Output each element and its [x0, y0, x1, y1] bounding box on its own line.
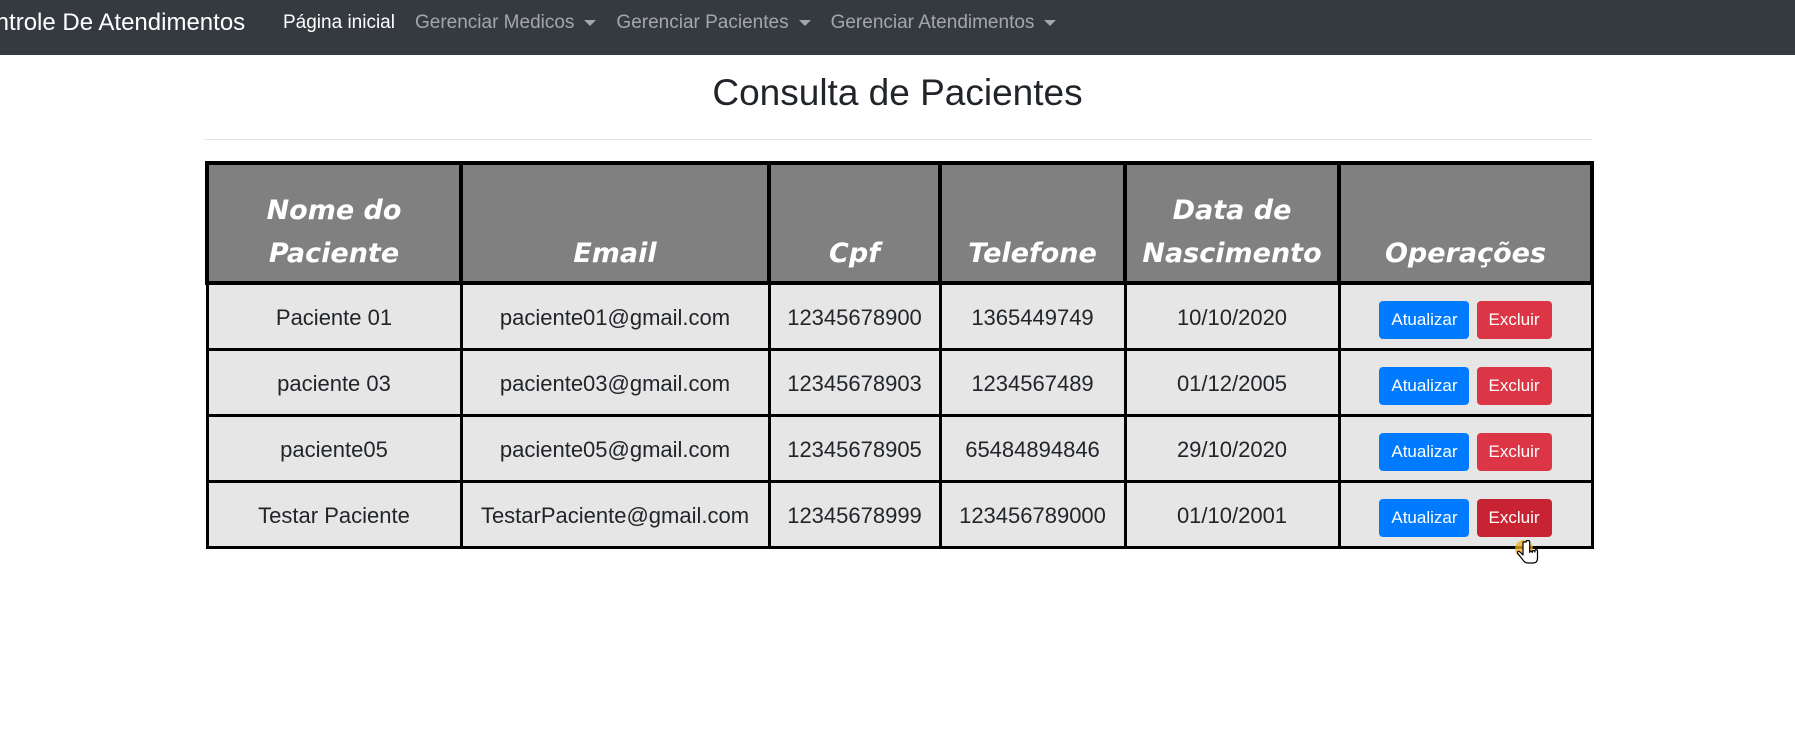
cell-phone: 1234567489: [938, 347, 1127, 417]
delete-button[interactable]: Excluir: [1476, 301, 1552, 339]
navbar-brand[interactable]: Controle De Atendimentos: [0, 0, 245, 45]
cell-cpf: 12345678999: [767, 479, 942, 549]
title-divider: [204, 139, 1592, 140]
cell-name: Testar Paciente: [205, 479, 463, 549]
caret-down-icon: [798, 19, 811, 26]
cell-cpf: 12345678903: [767, 347, 942, 417]
caret-down-icon: [584, 19, 597, 26]
table-row: Paciente 01 paciente01@gmail.com 1234567…: [205, 281, 1594, 351]
table-row: paciente05 paciente05@gmail.com 12345678…: [205, 413, 1594, 483]
column-header-phone: Telefone: [938, 161, 1127, 285]
cell-operations: Atualizar Excluir: [1337, 413, 1594, 483]
update-button[interactable]: Atualizar: [1379, 366, 1470, 405]
column-header-email: Email: [459, 161, 771, 285]
cell-birth-date: 01/12/2005: [1123, 347, 1341, 417]
nav-item-medicos: Gerenciar Medicos: [414, 11, 597, 34]
update-button[interactable]: Atualizar: [1379, 301, 1470, 339]
cell-phone: 1365449749: [938, 281, 1127, 351]
cell-operations: Atualizar Excluir: [1337, 281, 1594, 351]
update-button[interactable]: Atualizar: [1379, 432, 1470, 471]
cell-operations: Atualizar Excluir: [1337, 479, 1594, 549]
delete-button[interactable]: Excluir: [1476, 432, 1552, 471]
caret-down-icon: [1044, 19, 1057, 26]
cell-cpf: 12345678900: [767, 281, 942, 351]
nav-dropdown-atendimentos[interactable]: Gerenciar Atendimentos: [831, 12, 1057, 34]
nav-link-label: Gerenciar Medicos: [414, 11, 575, 33]
update-button[interactable]: Atualizar: [1379, 498, 1470, 537]
cell-email: paciente01@gmail.com: [459, 281, 771, 351]
nav-menu: Página inicial Gerenciar Medicos Gerenci…: [283, 0, 1057, 45]
nav-link-home[interactable]: Página inicial: [283, 12, 395, 34]
nav-link-label: Página inicial: [283, 11, 395, 33]
table-row: Testar Paciente TestarPaciente@gmail.com…: [205, 479, 1594, 549]
nav-item-atendimentos: Gerenciar Atendimentos: [831, 12, 1057, 34]
page-title: Consulta de Pacientes: [712, 72, 1083, 113]
cell-name: Paciente 01: [205, 281, 463, 351]
column-header-name: Nome do Paciente: [205, 161, 463, 285]
cell-name: paciente05: [205, 413, 463, 483]
table-row: paciente 03 paciente03@gmail.com 1234567…: [205, 347, 1594, 417]
cell-email: paciente03@gmail.com: [459, 347, 771, 417]
cell-birth-date: 10/10/2020: [1123, 281, 1341, 351]
nav-dropdown-medicos[interactable]: Gerenciar Medicos: [414, 11, 597, 34]
cell-email: TestarPaciente@gmail.com: [459, 479, 771, 549]
nav-link-label: Gerenciar Atendimentos: [830, 11, 1035, 33]
nav-item-home: Página inicial: [283, 12, 395, 34]
patients-table: Nome do Paciente Email Cpf Telefone Data…: [205, 161, 1594, 549]
cell-operations: Atualizar Excluir: [1337, 347, 1594, 417]
cell-name: paciente 03: [205, 347, 463, 417]
navbar: Controle De Atendimentos Página inicial …: [0, 0, 1795, 55]
nav-dropdown-pacientes[interactable]: Gerenciar Pacientes: [616, 11, 811, 34]
cell-birth-date: 01/10/2001: [1123, 479, 1341, 549]
table-body: Paciente 01 paciente01@gmail.com 1234567…: [205, 281, 1594, 549]
column-header-cpf: Cpf: [767, 161, 942, 285]
column-header-operations: Operações: [1337, 161, 1594, 285]
cell-phone: 65484894846: [938, 413, 1127, 483]
table-header-row: Nome do Paciente Email Cpf Telefone Data…: [205, 161, 1594, 285]
cell-cpf: 12345678905: [767, 413, 942, 483]
nav-item-pacientes: Gerenciar Pacientes: [616, 11, 811, 34]
cell-phone: 123456789000: [938, 479, 1127, 549]
nav-link-label: Gerenciar Pacientes: [616, 11, 789, 33]
delete-button[interactable]: Excluir: [1476, 366, 1552, 405]
column-header-birth-date: Data de Nascimento: [1123, 161, 1341, 285]
cell-birth-date: 29/10/2020: [1123, 413, 1341, 483]
delete-button[interactable]: Excluir: [1476, 498, 1552, 537]
patients-table-container: Nome do Paciente Email Cpf Telefone Data…: [205, 161, 1594, 549]
table-header: Nome do Paciente Email Cpf Telefone Data…: [205, 161, 1594, 285]
cell-email: paciente05@gmail.com: [459, 413, 771, 483]
